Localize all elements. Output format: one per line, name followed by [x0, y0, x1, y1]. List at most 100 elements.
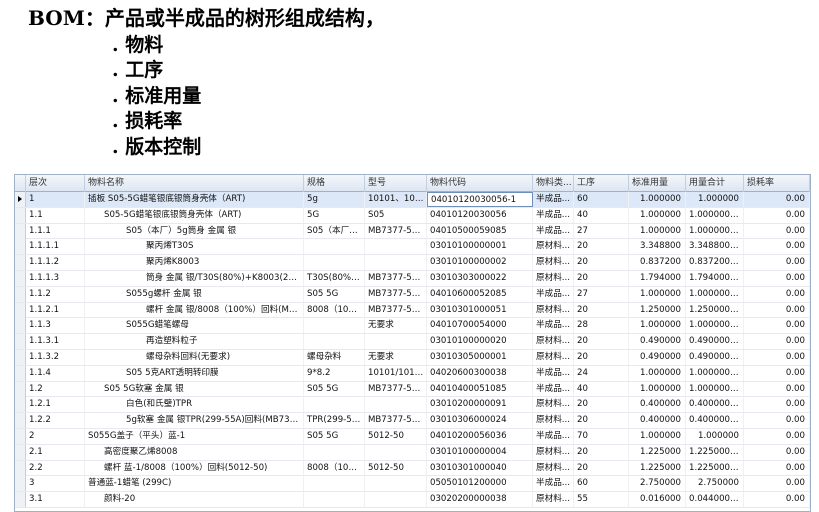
row-indicator[interactable] — [15, 286, 26, 302]
cell-loss[interactable]: 0.00 — [744, 192, 810, 207]
cell-proc[interactable]: 20 — [574, 413, 629, 429]
cell-spec[interactable]: S05 5G — [304, 381, 365, 397]
cell-type[interactable]: 原材料... — [533, 255, 574, 271]
cell-name[interactable]: S05（本厂）5g筒身 金属 银 — [85, 223, 304, 239]
cell-code[interactable]: 04020600300038 — [427, 365, 533, 381]
cell-level[interactable]: 1.1.3 — [26, 318, 85, 334]
table-row[interactable]: 1.1.3.1 再造塑料粒子 03010100000020 原材料... 20 0.490… — [15, 334, 810, 350]
cell-code[interactable]: 04010120030056-1 — [427, 192, 533, 207]
column-header-spec[interactable]: 规格 — [304, 175, 365, 192]
cell-spec[interactable] — [304, 239, 365, 255]
cell-model[interactable]: MB7377-50... — [365, 302, 427, 318]
table-row[interactable]: 1.1.4 S05 5克ART透明转印膜 9*8.2 10101/1011... 040… — [15, 365, 810, 382]
cell-spec[interactable]: S05 5G — [304, 429, 365, 444]
cell-spec[interactable] — [304, 397, 365, 413]
cell-level[interactable]: 1.1.1.1 — [26, 239, 85, 255]
cell-proc[interactable]: 27 — [574, 223, 629, 239]
cell-loss[interactable]: 0.00 — [744, 460, 810, 476]
cell-level[interactable]: 1.1.3.2 — [26, 350, 85, 365]
cell-name[interactable]: 高密度聚乙烯8008 — [85, 444, 304, 460]
cell-total[interactable]: 1.0000000... — [686, 318, 744, 334]
cell-type[interactable]: 半成品... — [533, 286, 574, 302]
cell-name[interactable]: 螺杆 蓝-1/8008（100%）回料(5012-50) — [85, 460, 304, 476]
cell-total[interactable]: 2.750000 — [686, 476, 744, 492]
row-indicator[interactable] — [15, 207, 26, 223]
cell-model[interactable]: MB7377-50... — [365, 381, 427, 397]
table-row[interactable]: 1.2.1 白色(和氏璧)TPR 03010200000091 原材料... 20 0.4… — [15, 397, 810, 414]
cell-name[interactable]: 5g软塞 金属 银TPR(299-55A)回料(MB7377... — [85, 413, 304, 429]
cell-spec[interactable]: TPR(299-55A) — [304, 413, 365, 429]
cell-model[interactable]: MB7377-50... — [365, 286, 427, 302]
cell-code[interactable]: 05050101200000 — [427, 476, 533, 492]
cell-code[interactable]: 03010100000020 — [427, 334, 533, 350]
cell-name[interactable]: S055G盖子（平头）蓝-1 — [85, 429, 304, 444]
cell-spec[interactable] — [304, 476, 365, 492]
cell-level[interactable]: 1.1.1 — [26, 223, 85, 239]
cell-name[interactable]: S055g螺杆 金属 银 — [85, 286, 304, 302]
table-row[interactable]: 1 插板 S05-5G蜡笔银底银筒身壳体（ART) 5g 10101、102... 04… — [15, 192, 810, 208]
table-row[interactable]: 1.1.1 S05（本厂）5g筒身 金属 银 S05（本厂）... MB7377-50… — [15, 223, 810, 240]
cell-loss[interactable]: 0.00 — [744, 413, 810, 429]
cell-model[interactable]: 无要求 — [365, 318, 427, 334]
cell-model[interactable]: 10101/1011... — [365, 365, 427, 381]
cell-code[interactable]: 03010303000022 — [427, 271, 533, 286]
cell-model[interactable] — [365, 255, 427, 271]
cell-spec[interactable] — [304, 444, 365, 460]
cell-std[interactable]: 1.225000 — [629, 444, 686, 460]
cell-std[interactable]: 1.000000 — [629, 365, 686, 381]
table-row[interactable]: 2.1 高密度聚乙烯8008 03010100000004 原材料... 20 1.225… — [15, 444, 810, 461]
cell-type[interactable]: 原材料... — [533, 271, 574, 286]
table-row[interactable]: 2 S055G盖子（平头）蓝-1 S05 5G 5012-50 040102000560… — [15, 429, 810, 445]
row-indicator[interactable] — [15, 413, 26, 429]
cell-proc[interactable]: 60 — [574, 192, 629, 207]
table-row[interactable]: 3 普通蓝-1蜡笔 (299C) 05050101200000 半成品... 60 2.7… — [15, 476, 810, 493]
cell-spec[interactable] — [304, 255, 365, 271]
cell-code[interactable]: 03010100000001 — [427, 239, 533, 255]
cell-proc[interactable]: 40 — [574, 207, 629, 223]
cell-code[interactable]: 04010500059085 — [427, 223, 533, 239]
cell-loss[interactable]: 0.00 — [744, 207, 810, 223]
cell-type[interactable]: 原材料... — [533, 397, 574, 413]
cell-proc[interactable]: 70 — [574, 429, 629, 444]
cell-proc[interactable]: 20 — [574, 239, 629, 255]
cell-proc[interactable]: 20 — [574, 302, 629, 318]
row-indicator[interactable] — [15, 381, 26, 397]
cell-std[interactable]: 0.400000 — [629, 397, 686, 413]
cell-level[interactable]: 1 — [26, 192, 85, 207]
cell-model[interactable]: MB7377-50... — [365, 271, 427, 286]
cell-level[interactable]: 2.1 — [26, 444, 85, 460]
cell-total[interactable]: 1.0000000... — [686, 381, 744, 397]
cell-model[interactable] — [365, 476, 427, 492]
column-header-level[interactable]: 层次 — [26, 175, 85, 192]
cell-total[interactable]: 1.000000 — [686, 192, 744, 207]
column-header-proc[interactable]: 工序 — [574, 175, 629, 192]
table-row[interactable]: 1.1.2 S055g螺杆 金属 银 S05 5G MB7377-50... 04010… — [15, 286, 810, 303]
cell-type[interactable]: 半成品... — [533, 381, 574, 397]
cell-loss[interactable]: 0.00 — [744, 223, 810, 239]
cell-code[interactable]: 04010400051085 — [427, 381, 533, 397]
cell-std[interactable]: 2.750000 — [629, 476, 686, 492]
cell-name[interactable]: 筒身 金属 银/T30S(80%)+K8003(20%)... — [85, 271, 304, 286]
column-header-name[interactable]: 物料名称 — [85, 175, 304, 192]
cell-spec[interactable] — [304, 334, 365, 350]
cell-code[interactable]: 03010200000091 — [427, 397, 533, 413]
cell-loss[interactable]: 0.00 — [744, 492, 810, 508]
row-indicator[interactable] — [15, 255, 26, 271]
cell-code[interactable]: 04010120030056 — [427, 207, 533, 223]
cell-proc[interactable]: 20 — [574, 350, 629, 365]
cell-loss[interactable]: 0.00 — [744, 397, 810, 413]
cell-model[interactable] — [365, 397, 427, 413]
cell-total[interactable]: 1.2250000... — [686, 444, 744, 460]
cell-loss[interactable]: 0.00 — [744, 302, 810, 318]
table-row[interactable]: 1.1.2.1 螺杆 金属 银/8008（100%）回料(MB7... 8008（1… — [15, 302, 810, 319]
cell-model[interactable]: 10101、102... — [365, 192, 427, 207]
row-indicator[interactable] — [15, 192, 26, 207]
cell-level[interactable]: 1.1.2 — [26, 286, 85, 302]
cell-model[interactable] — [365, 334, 427, 350]
cell-proc[interactable]: 20 — [574, 271, 629, 286]
cell-name[interactable]: 聚丙烯K8003 — [85, 255, 304, 271]
cell-code[interactable]: 03010305000001 — [427, 350, 533, 365]
row-indicator[interactable] — [15, 350, 26, 365]
cell-type[interactable]: 半成品... — [533, 365, 574, 381]
table-row[interactable]: 1.1.3.2 螺母杂料回料(无要求) 螺母杂料 无要求 03010305000001 原… — [15, 350, 810, 366]
